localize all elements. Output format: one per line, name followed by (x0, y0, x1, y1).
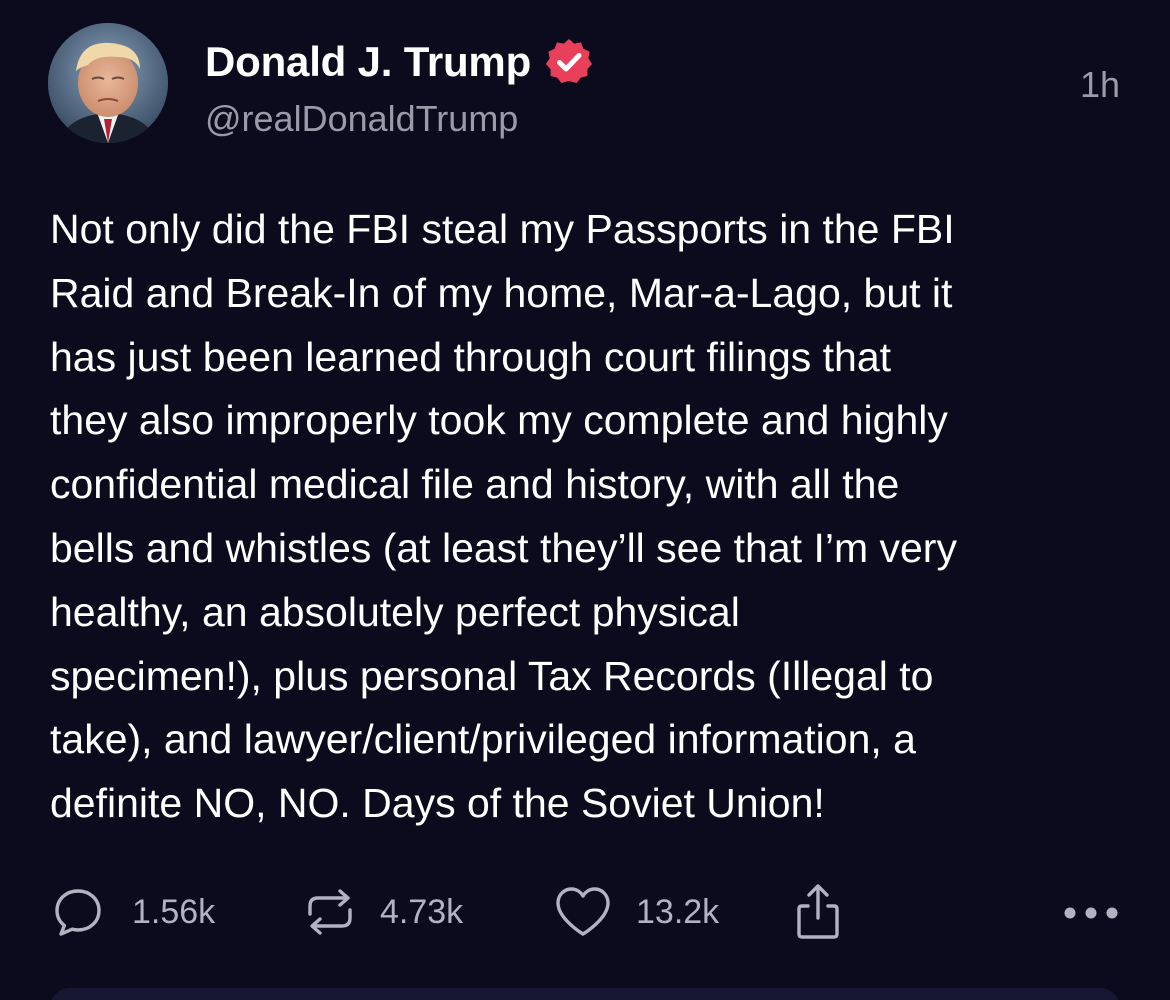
avatar[interactable] (48, 23, 168, 143)
like-count: 13.2k (636, 892, 720, 931)
more-options-button[interactable] (1060, 882, 1122, 942)
more-icon (1064, 907, 1118, 919)
post-text-line: confidential medical file and history, w… (50, 461, 900, 508)
post-text-line: bells and whistles (at least they’ll see… (50, 524, 957, 571)
post-text-line: Raid and Break-In of my home, Mar-a-Lago… (50, 269, 953, 316)
post-text-line: healthy, an absolutely perfect physical (50, 588, 740, 635)
post-text-line: definite NO, NO. Days of the Soviet Unio… (50, 780, 825, 827)
post-text-line: Not only did the FBI steal my Passports … (50, 206, 955, 252)
heart-icon (556, 887, 610, 936)
share-icon (797, 884, 839, 939)
post-actions-bar: 1.56k 4.73k 13.2k (50, 882, 1122, 942)
post-text-line: has just been learned through court fili… (50, 333, 892, 380)
post-text-line: take), and lawyer/client/privileged info… (50, 716, 916, 763)
share-button[interactable] (790, 882, 846, 942)
author-display-name[interactable]: Donald J. Trump (205, 38, 531, 86)
like-button[interactable]: 13.2k (552, 882, 719, 942)
author-name-row: Donald J. Trump (205, 36, 595, 88)
post-text-line: they also improperly took my complete an… (50, 397, 948, 444)
reply-count: 1.56k (132, 892, 216, 931)
reply-icon (55, 889, 101, 936)
reply-button[interactable]: 1.56k (50, 882, 215, 942)
repost-count: 4.73k (380, 892, 464, 931)
repost-button[interactable]: 4.73k (300, 882, 463, 942)
post-text: Not only did the FBI steal my Passports … (50, 198, 1130, 836)
next-post-card[interactable] (50, 988, 1120, 1000)
post-text-line: specimen!), plus personal Tax Records (I… (50, 652, 934, 699)
avatar-image (48, 23, 168, 143)
author-handle[interactable]: @realDonaldTrump (205, 98, 518, 140)
repost-icon (308, 889, 352, 935)
verified-badge-icon (543, 36, 595, 88)
post-timestamp[interactable]: 1h (1080, 64, 1120, 106)
